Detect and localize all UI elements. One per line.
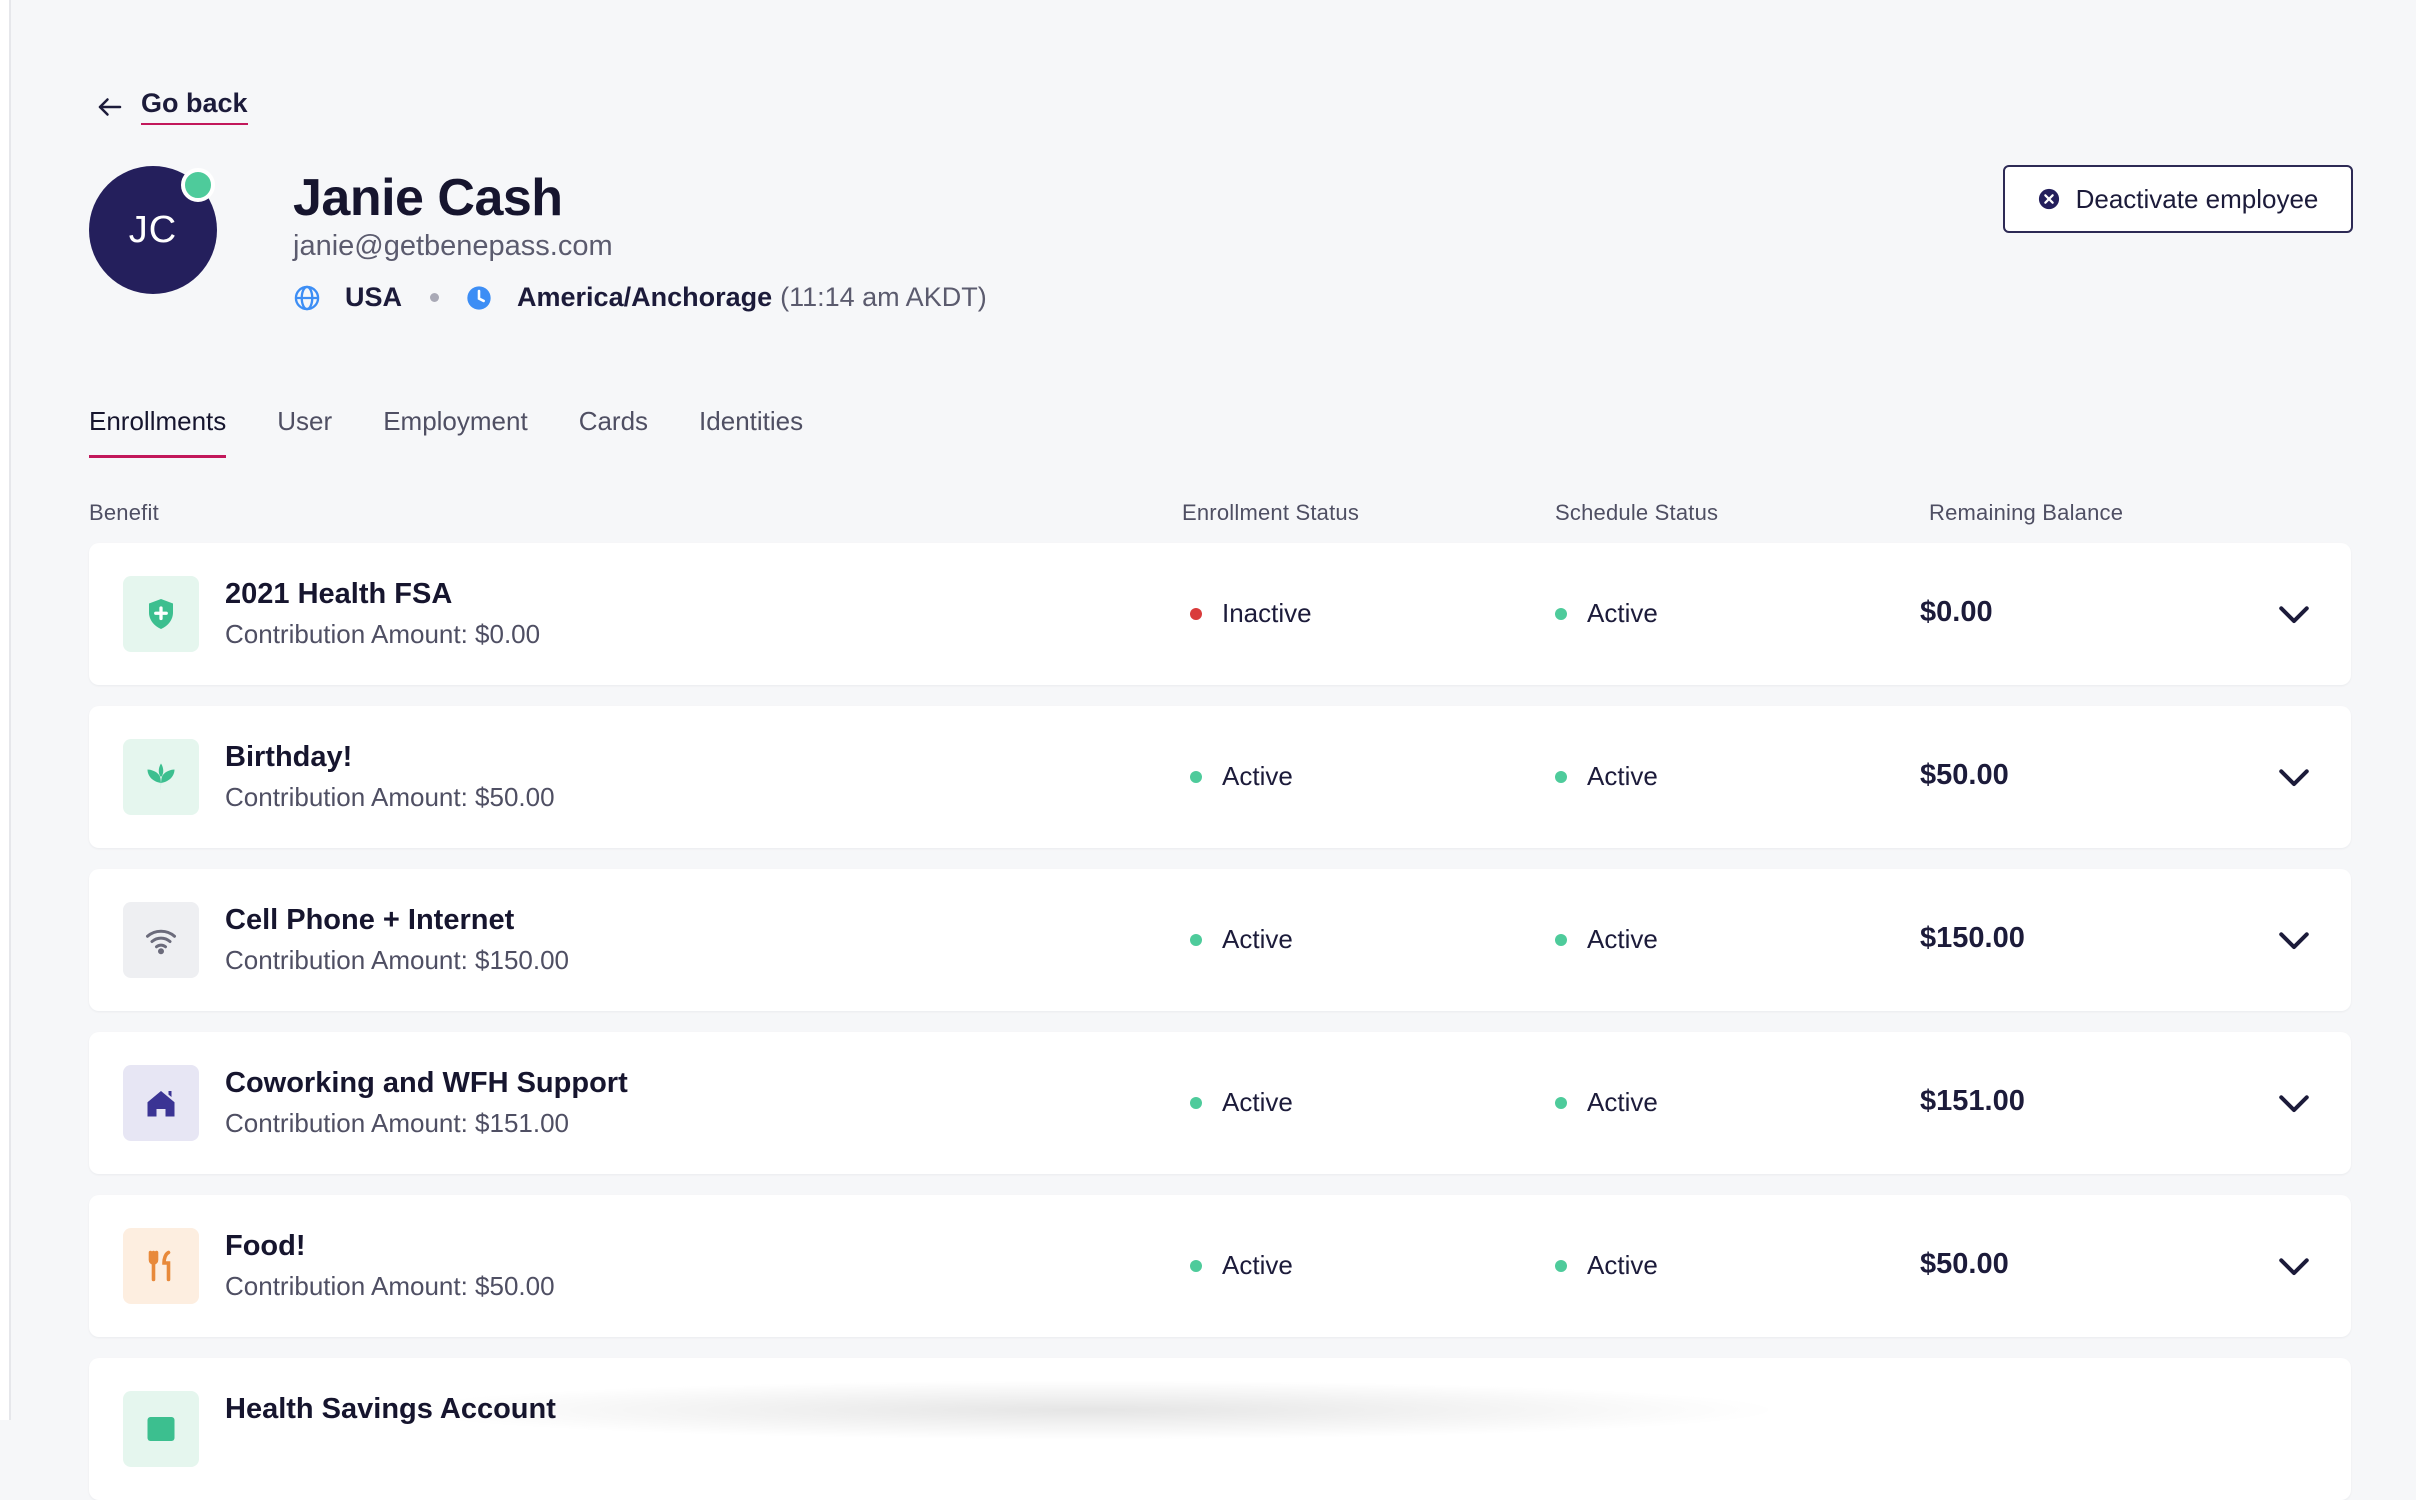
status-dot-active [1555, 607, 1567, 620]
employee-detail-page: Go back JC Janie Cash janie@getbenepass.… [89, 0, 2353, 1500]
arrow-left-icon [98, 97, 122, 116]
meta-separator [430, 293, 440, 302]
benefit-contribution: Contribution Amount: $151.00 [225, 1108, 570, 1138]
table-row[interactable]: Birthday! Contribution Amount: $50.00 Ac… [89, 706, 2351, 848]
remaining-balance: $50.00 [1920, 1248, 2009, 1280]
chevron-down-icon[interactable] [2277, 1251, 2311, 1281]
table-row[interactable]: 2021 Health FSA Contribution Amount: $0.… [89, 543, 2351, 685]
benefit-title: 2021 Health FSA [225, 578, 453, 610]
schedule-status: Active [1555, 1087, 1658, 1118]
benefit-contribution: Contribution Amount: $50.00 [225, 1271, 555, 1301]
remaining-balance: $151.00 [1920, 1085, 2025, 1117]
schedule-status-text: Active [1587, 761, 1658, 791]
remaining-balance: $0.00 [1920, 596, 1993, 628]
employee-email: janie@getbenepass.com [293, 230, 613, 262]
schedule-status: Active [1555, 761, 1658, 792]
enrollment-status-text: Active [1222, 1087, 1293, 1117]
column-header-remaining-balance: Remaining Balance [1929, 500, 2124, 525]
avatar-initials: JC [128, 208, 178, 251]
employee-name: Janie Cash [293, 169, 563, 227]
shield-plus-icon [149, 599, 173, 629]
benefit-tile [123, 576, 199, 652]
benefit-title: Health Savings Account [225, 1393, 556, 1425]
tab-employment[interactable]: Employment [383, 406, 528, 458]
schedule-status: Active [1555, 1250, 1658, 1281]
table-row[interactable]: Health Savings Account [89, 1358, 2351, 1500]
status-dot-active [1190, 1259, 1202, 1272]
schedule-status: Active [1555, 924, 1658, 955]
benefit-tile [123, 1065, 199, 1141]
status-dot-active [1190, 1096, 1202, 1109]
status-dot-active [1555, 770, 1567, 783]
tab-identities[interactable]: Identities [699, 406, 803, 458]
enrollment-status-text: Inactive [1222, 598, 1312, 628]
enrollment-status: Active [1190, 924, 1293, 955]
benefit-tile [123, 739, 199, 815]
utensils-icon [148, 1250, 171, 1282]
column-header-enrollment-status: Enrollment Status [1182, 500, 1360, 525]
wifi-icon [146, 929, 176, 955]
enrollment-status-text: Active [1222, 1250, 1293, 1280]
benefit-contribution: Contribution Amount: $0.00 [225, 619, 541, 649]
tab-cards[interactable]: Cards [579, 406, 648, 458]
benefit-contribution: Contribution Amount: $50.00 [225, 782, 555, 812]
employee-country: USA [345, 282, 403, 312]
employee-timezone: America/Anchorage [517, 282, 773, 312]
status-dot-active [1555, 1096, 1567, 1109]
bank-icon [147, 1417, 175, 1441]
status-dot-active [1190, 933, 1202, 946]
presence-indicator [181, 168, 215, 202]
table-row[interactable]: Coworking and WFH Support Contribution A… [89, 1032, 2351, 1174]
status-dot-inactive [1190, 607, 1202, 620]
chevron-down-icon[interactable] [2277, 599, 2311, 629]
benefit-contribution: Contribution Amount: $150.00 [225, 945, 570, 975]
tab-user[interactable]: User [277, 406, 332, 458]
left-edge-divider [0, 0, 11, 1420]
chevron-down-icon[interactable] [2277, 762, 2311, 792]
close-circle-icon [2038, 188, 2059, 210]
remaining-balance: $150.00 [1920, 922, 2025, 954]
deactivate-employee-button[interactable]: Deactivate employee [2003, 165, 2353, 233]
schedule-status-text: Active [1587, 1250, 1658, 1280]
tab-enrollments[interactable]: Enrollments [89, 406, 227, 458]
benefit-tile [123, 1391, 199, 1467]
employee-local-time: (11:14 am AKDT) [780, 282, 987, 312]
table-row[interactable]: Cell Phone + Internet Contribution Amoun… [89, 869, 2351, 1011]
employee-meta: USA America/Anchorage (11:14 am AKDT) [293, 282, 987, 313]
table-row[interactable]: Food! Contribution Amount: $50.00 Active… [89, 1195, 2351, 1337]
status-dot-active [1555, 933, 1567, 946]
remaining-balance: $50.00 [1920, 759, 2009, 791]
go-back-label: Go back [141, 88, 248, 125]
benefit-tile [123, 1228, 199, 1304]
schedule-status-text: Active [1587, 598, 1658, 628]
benefit-title: Food! [225, 1230, 306, 1262]
enrollment-status-text: Active [1222, 924, 1293, 954]
schedule-status-text: Active [1587, 924, 1658, 954]
home-icon [147, 1091, 175, 1117]
status-dot-active [1555, 1259, 1567, 1272]
globe-icon [294, 285, 320, 310]
enrollment-status: Inactive [1190, 598, 1312, 629]
column-header-schedule-status: Schedule Status [1555, 500, 1719, 525]
deactivate-employee-label: Deactivate employee [2075, 183, 2319, 214]
enrollment-status: Active [1190, 1087, 1293, 1118]
benefit-tile [123, 902, 199, 978]
schedule-status-text: Active [1587, 1087, 1658, 1117]
go-back-link[interactable]: Go back [95, 88, 248, 125]
enrollment-status: Active [1190, 761, 1293, 792]
status-dot-active [1190, 770, 1202, 783]
column-header-benefit: Benefit [89, 500, 159, 525]
benefit-title: Birthday! [225, 741, 353, 773]
sprout-icon [147, 763, 175, 791]
enrollment-status-text: Active [1222, 761, 1293, 791]
clock-icon [467, 285, 491, 310]
schedule-status: Active [1555, 598, 1658, 629]
chevron-down-icon[interactable] [2277, 1088, 2311, 1118]
benefit-title: Cell Phone + Internet [225, 904, 515, 936]
tab-bar: Enrollments User Employment Cards Identi… [89, 406, 854, 458]
benefit-title: Coworking and WFH Support [225, 1067, 628, 1099]
enrollment-status: Active [1190, 1250, 1293, 1281]
chevron-down-icon[interactable] [2277, 925, 2311, 955]
